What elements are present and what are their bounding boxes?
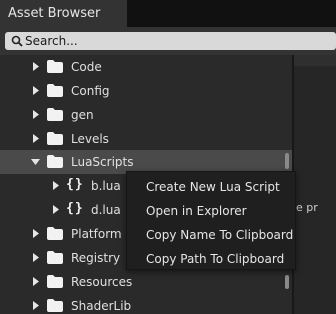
tree-item-label: LuaScripts xyxy=(71,155,134,169)
tab-bar: Asset Browser xyxy=(0,0,336,27)
menu-item-copy-path[interactable]: Copy Path To Clipboard xyxy=(127,247,295,271)
tree-item-shaderlib[interactable]: ShaderLib xyxy=(0,294,292,314)
menu-item-create-new-lua-script[interactable]: Create New Lua Script xyxy=(127,175,295,199)
search-row xyxy=(0,27,336,55)
folder-icon xyxy=(47,251,63,264)
tree-item-label: Levels xyxy=(71,132,109,146)
tree-item-label: ShaderLib xyxy=(71,299,132,313)
tree-item-label: gen xyxy=(71,108,94,122)
folder-icon xyxy=(47,155,63,168)
menu-item-open-in-explorer[interactable]: Open in Explorer xyxy=(127,199,295,223)
folder-icon xyxy=(47,60,63,73)
tree-item-label: Platform xyxy=(71,227,122,241)
chevron-right-icon[interactable] xyxy=(53,205,59,214)
folder-icon xyxy=(47,299,63,312)
tree-item-label: Config xyxy=(71,84,110,98)
folder-icon xyxy=(47,275,63,288)
chevron-down-icon[interactable] xyxy=(31,159,40,165)
tree-item-label: Code xyxy=(71,60,102,74)
lua-script-icon: {} xyxy=(66,177,84,192)
folder-icon xyxy=(47,108,63,121)
chevron-right-icon[interactable] xyxy=(33,62,39,71)
chevron-right-icon[interactable] xyxy=(53,181,59,190)
tree-item-label: d.lua xyxy=(91,203,121,217)
folder-icon xyxy=(47,132,63,145)
tab-asset-browser[interactable]: Asset Browser xyxy=(0,0,127,27)
tree-item-label: Registry xyxy=(71,251,121,265)
chevron-right-icon[interactable] xyxy=(33,86,39,95)
chevron-right-icon[interactable] xyxy=(33,253,39,262)
tree-item-config[interactable]: Config xyxy=(0,79,292,103)
chevron-right-icon[interactable] xyxy=(33,277,39,286)
preview-header xyxy=(294,55,336,66)
lua-script-icon: {} xyxy=(66,201,84,216)
tree-item-resources[interactable]: Resources xyxy=(0,270,292,294)
tree-item-code[interactable]: Code xyxy=(0,55,292,79)
chevron-right-icon[interactable] xyxy=(33,229,39,238)
folder-icon xyxy=(47,84,63,97)
search-box[interactable] xyxy=(5,32,336,50)
folder-icon xyxy=(47,227,63,240)
tree-scrollbar-thumb-lower[interactable] xyxy=(285,275,289,289)
tree-item-gen[interactable]: gen xyxy=(0,103,292,127)
chevron-right-icon[interactable] xyxy=(33,301,39,310)
tree-scrollbar-thumb[interactable] xyxy=(285,153,289,169)
search-icon xyxy=(11,35,23,47)
asset-preview-panel: e pr xyxy=(294,55,336,314)
search-input[interactable] xyxy=(25,32,325,50)
tree-item-label: Resources xyxy=(71,275,133,289)
chevron-right-icon[interactable] xyxy=(33,110,39,119)
context-menu: Create New Lua Script Open in Explorer C… xyxy=(126,171,296,270)
preview-text-fragment: e pr xyxy=(296,201,318,214)
tree-item-levels[interactable]: Levels xyxy=(0,127,292,151)
tree-item-label: b.lua xyxy=(91,179,121,193)
menu-item-copy-name[interactable]: Copy Name To Clipboard xyxy=(127,223,295,247)
chevron-right-icon[interactable] xyxy=(33,134,39,143)
asset-browser-window: Asset Browser Code Config gen xyxy=(0,0,336,314)
